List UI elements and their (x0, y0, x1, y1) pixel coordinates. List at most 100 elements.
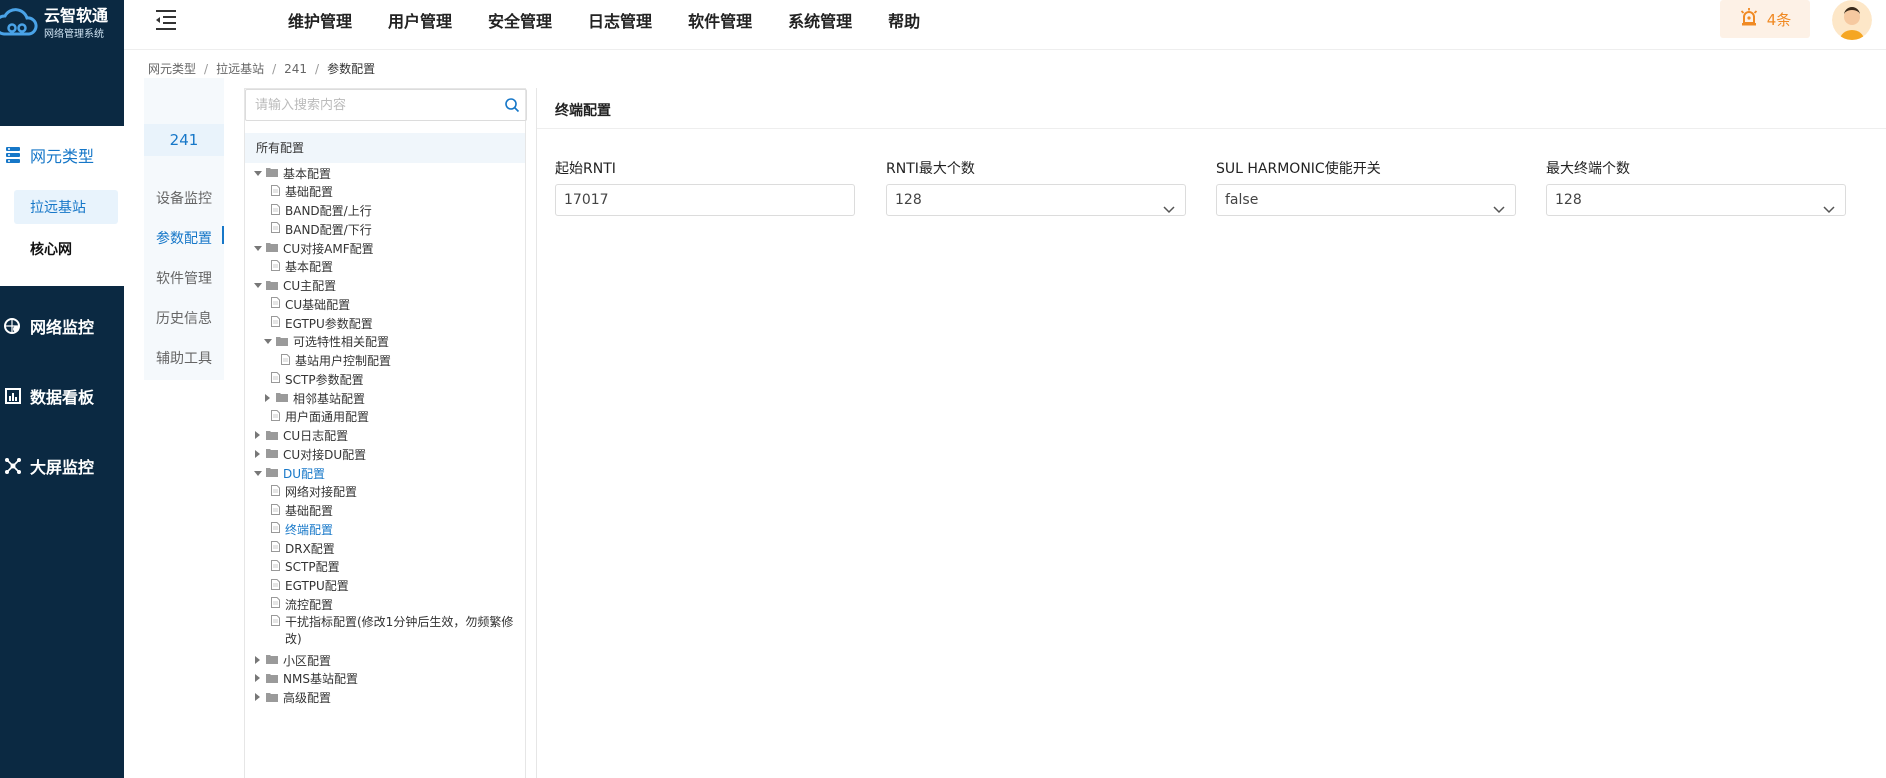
tree-folder-node[interactable]: 基本配置 (253, 164, 331, 182)
sidebar-item-bigscreen[interactable]: 大屏监控 (0, 446, 124, 486)
alarm-button[interactable]: 4条 (1720, 0, 1810, 38)
tree-leaf-node[interactable]: BAND配置/上行 (267, 202, 372, 220)
folder-icon (266, 166, 278, 180)
tree-leaf-node[interactable]: 基站用户控制配置 (277, 352, 391, 370)
topnav-software[interactable]: 软件管理 (688, 8, 752, 32)
tree-folder-node[interactable]: 小区配置 (253, 651, 331, 669)
start-rnti-input[interactable]: 17017 (555, 184, 855, 216)
sidebar-item-dashboard[interactable]: 数据看板 (0, 376, 124, 416)
tree-folder-node[interactable]: DU配置 (253, 464, 325, 482)
max-ue-select[interactable]: 128 (1546, 184, 1846, 216)
tree-leaf-node[interactable]: 基本配置 (267, 258, 333, 276)
tree-root-header[interactable]: 所有配置 (245, 133, 525, 163)
tree-leaf-node[interactable]: 基础配置 (267, 502, 333, 520)
caret-down-icon[interactable] (253, 469, 262, 478)
caret-right-icon[interactable] (253, 431, 262, 440)
field-label: 最大终端个数 (1546, 161, 1630, 177)
tree-folder-node[interactable]: 相邻基站配置 (263, 389, 365, 407)
tree-leaf-node[interactable]: 干扰指标配置(修改1分钟后生效，勿频繁修改) (267, 614, 527, 648)
topnav-security[interactable]: 安全管理 (488, 8, 552, 32)
topnav-help[interactable]: 帮助 (888, 8, 920, 32)
caret-right-icon[interactable] (253, 674, 262, 683)
topnav-system[interactable]: 系统管理 (788, 8, 852, 32)
file-icon (271, 203, 280, 218)
tree-leaf-node[interactable]: SCTP配置 (267, 558, 340, 576)
tree-leaf-node[interactable]: SCTP参数配置 (267, 370, 364, 388)
ne-tab-history[interactable]: 历史信息 (156, 308, 212, 328)
tree-leaf-node[interactable]: EGTPU配置 (267, 577, 349, 595)
tree-node-label: 相邻基站配置 (293, 391, 366, 406)
topnav-users[interactable]: 用户管理 (388, 8, 452, 32)
tree-node-label: 终端配置 (285, 522, 334, 537)
caret-right-icon[interactable] (263, 393, 272, 403)
folder-icon (266, 447, 278, 461)
ne-tab-tools[interactable]: 辅助工具 (156, 348, 212, 368)
ne-tab-software[interactable]: 软件管理 (156, 268, 212, 288)
search-icon[interactable] (504, 97, 520, 117)
sidebar: 云智软通 网络管理系统 网元类型 拉远基站 核心网 网络监控 数据看板 大屏监控 (0, 0, 124, 778)
tree-leaf-node[interactable]: 用户面通用配置 (267, 408, 369, 426)
ne-tab-device-monitor[interactable]: 设备监控 (156, 188, 212, 208)
tree-node-label: DU配置 (283, 466, 326, 481)
tree-node-label: 基站用户控制配置 (295, 354, 392, 368)
tree-folder-node[interactable]: CU对接AMF配置 (253, 239, 374, 257)
tree-node-label: CU日志配置 (283, 429, 349, 443)
sidebar-item-label: 网元类型 (30, 147, 95, 166)
tree-leaf-node[interactable]: CU基础配置 (267, 295, 350, 313)
breadcrumb-item[interactable]: 241 (284, 62, 307, 76)
topnav-maintenance[interactable]: 维护管理 (288, 8, 352, 32)
avatar[interactable] (1832, 0, 1872, 40)
tree-search-input[interactable] (246, 90, 486, 120)
cloud-logo-icon (0, 8, 38, 36)
caret-right-icon[interactable] (253, 693, 262, 702)
breadcrumb-item[interactable]: 拉远基站 (216, 62, 264, 76)
caret-down-icon[interactable] (253, 281, 262, 290)
tree-leaf-node[interactable]: BAND配置/下行 (267, 220, 372, 238)
caret-right-icon[interactable] (253, 655, 262, 665)
tree-node-label: BAND配置/上行 (285, 204, 372, 218)
sidebar-item-ne-type[interactable]: 网元类型 (0, 135, 124, 175)
tree-leaf-node[interactable]: 流控配置 (267, 595, 333, 613)
sidebar-subitem-core-network[interactable]: 核心网 (14, 232, 118, 266)
app-subtitle: 网络管理系统 (44, 29, 104, 40)
sidebar-subitem-remote-bs[interactable]: 拉远基站 (14, 190, 118, 224)
file-icon (271, 297, 280, 311)
tree-folder-node[interactable]: 可选特性相关配置 (263, 333, 389, 351)
tree-leaf-node[interactable]: DRX配置 (267, 539, 335, 557)
sidebar-item-label: 网络监控 (30, 318, 95, 337)
tree-node-label: 基本配置 (285, 260, 334, 275)
field-label: 起始RNTI (555, 161, 616, 177)
tree-folder-node[interactable]: 高级配置 (253, 689, 331, 707)
tree-leaf-node[interactable]: 终端配置 (267, 520, 333, 538)
tree-folder-node[interactable]: CU主配置 (253, 277, 336, 295)
tree-node-label: SCTP参数配置 (285, 372, 364, 387)
tree-leaf-node[interactable]: 基础配置 (267, 183, 333, 201)
folder-icon (266, 279, 278, 293)
select-value: 128 (895, 192, 922, 208)
tree-node-label: 高级配置 (283, 691, 332, 705)
tree-folder-node[interactable]: CU对接DU配置 (253, 445, 366, 463)
field-label: RNTI最大个数 (886, 161, 975, 177)
folder-icon (276, 335, 288, 349)
tree-folder-node[interactable]: CU日志配置 (253, 427, 348, 445)
folder-icon (266, 672, 278, 686)
topnav-logs[interactable]: 日志管理 (588, 8, 652, 32)
caret-right-icon[interactable] (253, 449, 262, 459)
caret-down-icon[interactable] (253, 244, 262, 253)
tree-leaf-node[interactable]: 网络对接配置 (267, 483, 357, 501)
tree-leaf-node[interactable]: EGTPU参数配置 (267, 314, 373, 332)
menu-fold-icon[interactable] (154, 9, 178, 31)
caret-down-icon[interactable] (263, 337, 272, 346)
caret-down-icon[interactable] (253, 169, 262, 178)
folder-icon (276, 391, 288, 405)
rnti-max-select[interactable]: 128 (886, 184, 1186, 216)
breadcrumb-item[interactable]: 网元类型 (148, 62, 196, 76)
folder-icon (266, 653, 278, 667)
sul-harmonic-select[interactable]: false (1216, 184, 1516, 216)
tree-folder-node[interactable]: NMS基站配置 (253, 670, 358, 688)
screen-monitor-icon (4, 457, 22, 475)
file-icon (271, 541, 280, 555)
sidebar-item-network-monitor[interactable]: 网络监控 (0, 306, 124, 346)
ne-tab-param-config[interactable]: 参数配置 (156, 228, 212, 248)
top-nav: 维护管理 用户管理 安全管理 日志管理 软件管理 系统管理 帮助 (288, 0, 956, 40)
